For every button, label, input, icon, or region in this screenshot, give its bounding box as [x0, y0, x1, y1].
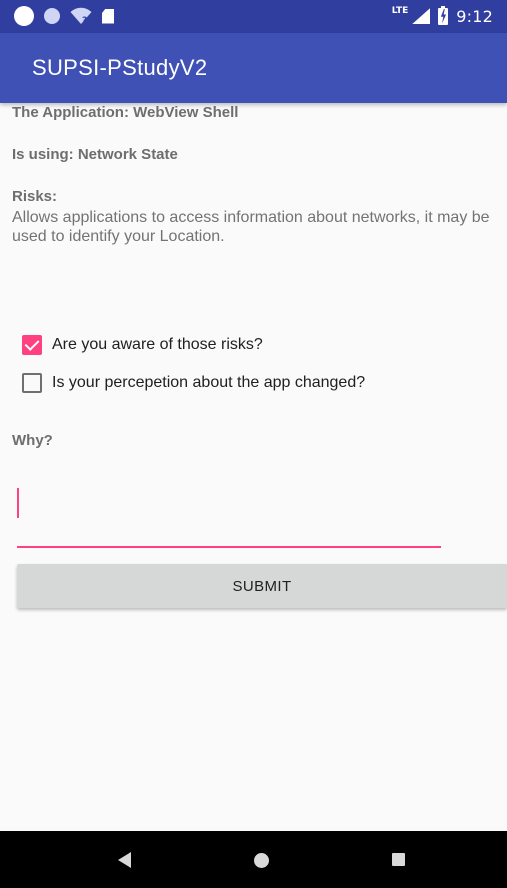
text-cursor [17, 488, 19, 518]
battery-charging-icon [438, 5, 449, 25]
status-bar-right: LTE 9:12 [392, 5, 493, 27]
status-bar-left: ? [14, 5, 114, 27]
cell-signal-icon [412, 8, 431, 24]
application-label: The Application: WebView Shell [12, 104, 239, 121]
perception-changed-label[interactable]: Is your percepetion about the app change… [52, 374, 365, 392]
aware-risks-checkbox[interactable] [22, 335, 42, 355]
recents-icon[interactable] [392, 853, 405, 866]
why-input[interactable] [17, 482, 441, 548]
network-type-label: LTE [391, 6, 409, 16]
perception-changed-checkbox-row[interactable]: Is your percepetion about the app change… [22, 373, 365, 393]
aware-risks-label[interactable]: Are you aware of those risks? [52, 336, 263, 354]
notification-dot-icon [44, 8, 60, 24]
risks-heading: Risks: [12, 188, 58, 205]
app-bar: SUPSI-PStudyV2 [0, 33, 507, 103]
submit-button[interactable]: SUBMIT [17, 564, 507, 608]
aware-risks-checkbox-row[interactable]: Are you aware of those risks? [22, 335, 263, 355]
home-icon[interactable] [254, 853, 269, 868]
perception-changed-checkbox[interactable] [22, 373, 42, 393]
navigation-bar [0, 831, 507, 888]
app-title: SUPSI-PStudyV2 [32, 55, 208, 80]
notification-circle-icon [14, 6, 34, 26]
back-icon[interactable] [118, 852, 131, 868]
status-bar: ? LTE 9:12 [0, 0, 507, 33]
sd-card-icon [102, 8, 114, 24]
svg-text:?: ? [82, 16, 87, 25]
risks-description: Allows applications to access informatio… [12, 209, 490, 245]
wifi-unknown-icon: ? [70, 7, 92, 26]
why-label: Why? [12, 432, 53, 449]
using-label: Is using: Network State [12, 146, 178, 163]
status-clock: 9:12 [456, 6, 493, 26]
